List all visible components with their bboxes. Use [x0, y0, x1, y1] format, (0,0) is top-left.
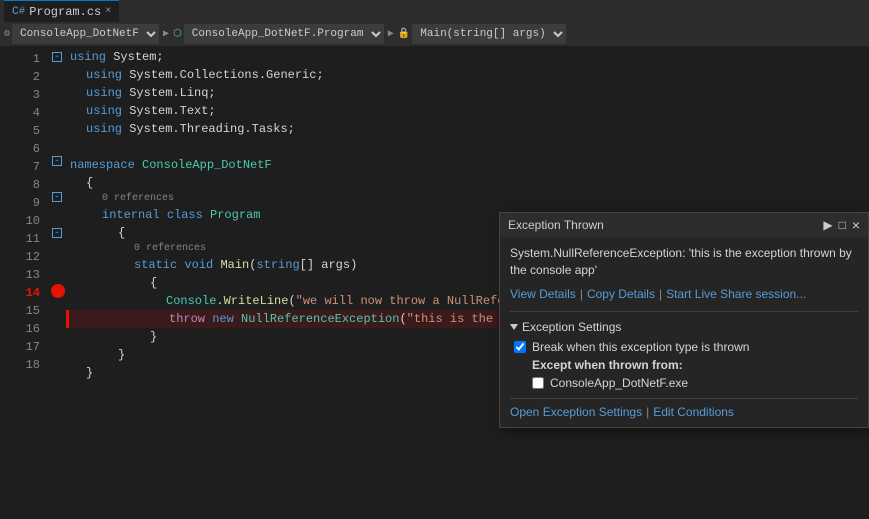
code-line-3: using System.Linq; [66, 84, 869, 102]
line-numbers: 1 2 3 4 5 6 7 8 9 10 11 12 13 14 15 16 1… [0, 46, 48, 519]
exception-settings: Exception Settings Break when this excep… [510, 311, 858, 419]
exception-message: System.NullReferenceException: 'this is … [510, 245, 858, 279]
class-segment: ⬡ ConsoleApp_DotNetF.Program [173, 24, 384, 44]
settings-title[interactable]: Exception Settings [510, 320, 858, 334]
settings-collapse-icon [510, 324, 518, 330]
class-dropdown[interactable]: ConsoleApp_DotNetF.Program [184, 24, 384, 44]
exception-header: Exception Thrown ▶ □ × [500, 213, 868, 237]
code-line-5: using System.Threading.Tasks; [66, 120, 869, 138]
exception-links: View Details | Copy Details | Start Live… [510, 287, 858, 301]
settings-title-label: Exception Settings [522, 320, 621, 334]
break-when-thrown-checkbox[interactable] [514, 341, 526, 353]
except-when-label: Except when thrown from: [510, 358, 858, 372]
exception-panel-title: Exception Thrown [508, 218, 604, 232]
code-line-1: using System; [66, 48, 869, 66]
exception-footer: Open Exception Settings | Edit Condition… [510, 398, 858, 419]
code-line-7: namespace ConsoleApp_DotNetF [66, 156, 869, 174]
title-bar: C# Program.cs × [0, 0, 869, 22]
code-line-2: using System.Collections.Generic; [66, 66, 869, 84]
except-app-label: ConsoleApp_DotNetF.exe [550, 376, 688, 390]
nav-arrow-2: ▶ [388, 28, 394, 40]
link-sep-1: | [580, 287, 583, 301]
live-share-link[interactable]: Start Live Share session... [666, 287, 806, 301]
pin-button[interactable]: □ [839, 218, 846, 232]
code-line-8: { [66, 174, 869, 192]
navigation-bar: ⚙ ConsoleApp_DotNetF ▶ ⬡ ConsoleApp_DotN… [0, 22, 869, 46]
exception-body: System.NullReferenceException: 'this is … [500, 237, 868, 427]
project-dropdown[interactable]: ConsoleApp_DotNetF [12, 24, 159, 44]
collapse-method[interactable]: - [52, 228, 62, 238]
close-tab-button[interactable]: × [105, 6, 111, 17]
exception-text: System.NullReferenceException: 'this is … [510, 246, 852, 277]
code-line-4: using System.Text; [66, 102, 869, 120]
view-details-link[interactable]: View Details [510, 287, 576, 301]
nav-arrow-1: ▶ [163, 28, 169, 40]
member-segment: 🔒 Main(string[] args) [398, 24, 566, 44]
except-app-row: ConsoleApp_DotNetF.exe [510, 376, 858, 390]
file-tab[interactable]: C# Program.cs × [4, 0, 119, 22]
code-editor: 1 2 3 4 5 6 7 8 9 10 11 12 13 14 15 16 1… [0, 46, 869, 519]
project-segment: ⚙ ConsoleApp_DotNetF [4, 24, 159, 44]
open-exception-settings-link[interactable]: Open Exception Settings [510, 405, 642, 419]
exception-controls: ▶ □ × [823, 217, 860, 233]
code-line-6 [66, 138, 869, 156]
edit-conditions-link[interactable]: Edit Conditions [653, 405, 734, 419]
continue-button[interactable]: ▶ [823, 218, 832, 232]
close-panel-button[interactable]: × [852, 217, 860, 233]
member-dropdown[interactable]: Main(string[] args) [412, 24, 566, 44]
link-sep-2: | [659, 287, 662, 301]
breakpoint-14[interactable] [51, 284, 65, 298]
gutter: - ▶ - - - [48, 46, 66, 519]
collapse-class[interactable]: - [52, 192, 62, 202]
collapse-btn-7[interactable]: - [52, 52, 62, 62]
break-when-thrown-label: Break when this exception type is thrown [532, 340, 749, 354]
footer-link-sep: | [646, 405, 649, 419]
tab-label: Program.cs [29, 5, 101, 19]
exception-panel: Exception Thrown ▶ □ × System.NullRefere… [499, 212, 869, 428]
copy-details-link[interactable]: Copy Details [587, 287, 655, 301]
collapse-namespace[interactable]: - [52, 156, 62, 166]
break-when-thrown-row: Break when this exception type is thrown [510, 340, 858, 354]
file-icon: C# [12, 6, 25, 18]
except-app-checkbox[interactable] [532, 377, 544, 389]
